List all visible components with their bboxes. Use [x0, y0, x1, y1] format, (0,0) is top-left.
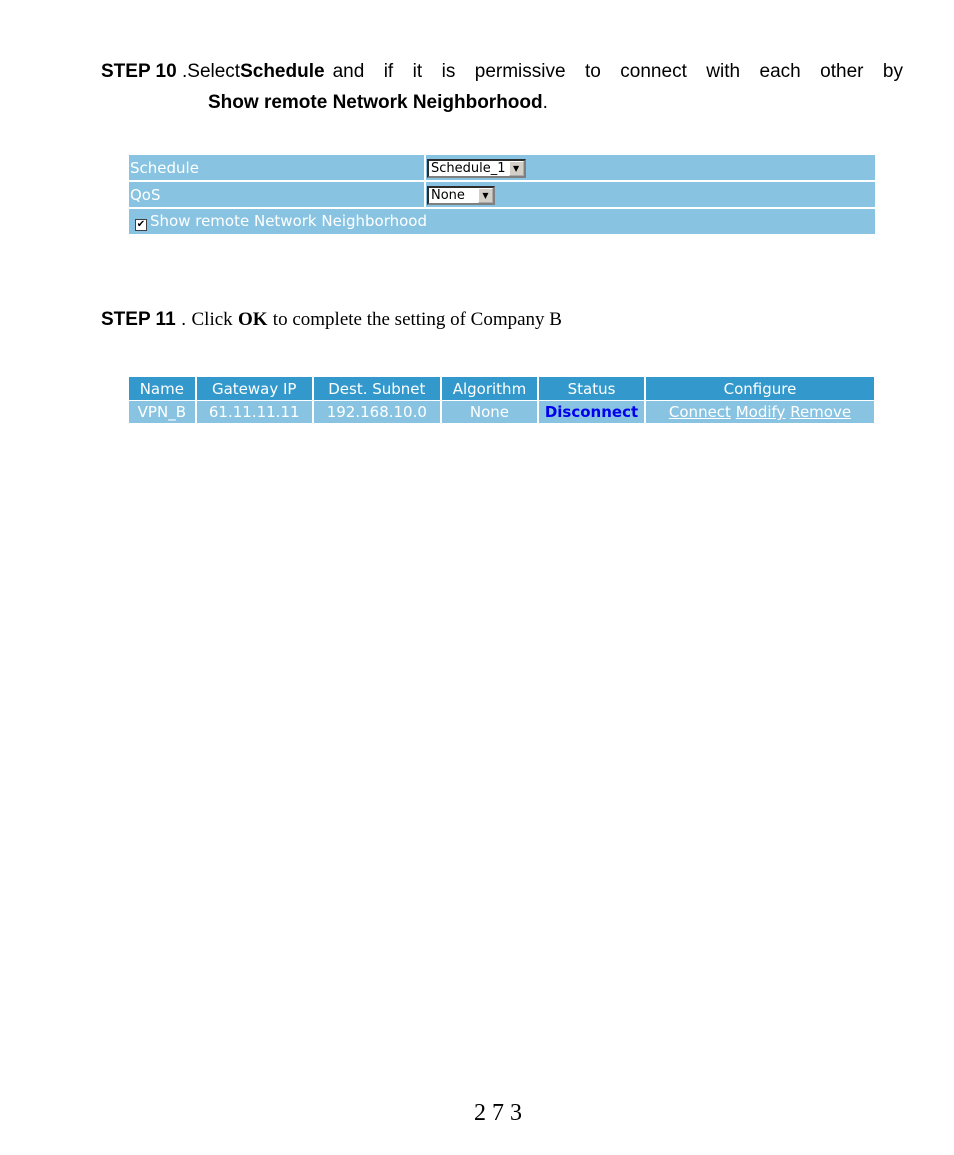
modify-link[interactable]: Modify: [736, 403, 786, 421]
step-10-instruction: STEP 10 . Select Schedule and if it is p…: [101, 56, 903, 118]
show-remote-label: Show remote Network Neighborhood: [150, 212, 428, 230]
col-dest-subnet: Dest. Subnet: [312, 377, 442, 401]
schedule-select[interactable]: Schedule_1 ▼: [427, 158, 526, 178]
step-text: and if it is permissive to connect with …: [332, 61, 903, 82]
qos-label: QoS: [129, 181, 426, 209]
schedule-row: Schedule Schedule_1 ▼: [129, 155, 875, 182]
cell-dest-subnet: 192.168.10.0: [312, 400, 442, 423]
vpn-options-form: Schedule Schedule_1 ▼ QoS None ▼ ✔ Show r…: [129, 155, 875, 234]
cell-name: VPN_B: [129, 400, 197, 423]
step-11-instruction: STEP 11 . Click OK to complete the setti…: [101, 309, 562, 330]
col-gateway-ip: Gateway IP: [195, 377, 314, 401]
chevron-down-icon[interactable]: ▼: [478, 187, 493, 203]
connect-link[interactable]: Connect: [669, 403, 731, 421]
schedule-label: Schedule: [129, 155, 426, 182]
cell-algorithm: None: [440, 400, 540, 423]
cell-gateway-ip: 61.11.11.11: [195, 400, 314, 423]
page-number: 273: [474, 1100, 528, 1126]
col-configure: Configure: [645, 377, 874, 401]
step-label: STEP 10: [101, 61, 177, 82]
status-badge: Disconnect: [544, 403, 639, 421]
qos-row: QoS None ▼: [129, 181, 875, 209]
step-label: STEP 11: [101, 309, 176, 330]
col-name: Name: [129, 377, 197, 401]
chevron-down-icon[interactable]: ▼: [508, 160, 524, 176]
show-remote-checkbox[interactable]: ✔: [135, 219, 147, 231]
show-remote-row: ✔ Show remote Network Neighborhood: [129, 208, 875, 234]
col-algorithm: Algorithm: [440, 377, 540, 401]
remove-link[interactable]: Remove: [790, 403, 851, 421]
qos-select[interactable]: None ▼: [427, 185, 495, 205]
col-status: Status: [538, 377, 646, 401]
table-row: VPN_B 61.11.11.11 192.168.10.0 None Disc…: [129, 400, 874, 423]
vpn-list-table: Name Gateway IP Dest. Subnet Algorithm S…: [129, 377, 874, 423]
table-header-row: Name Gateway IP Dest. Subnet Algorithm S…: [129, 377, 874, 401]
